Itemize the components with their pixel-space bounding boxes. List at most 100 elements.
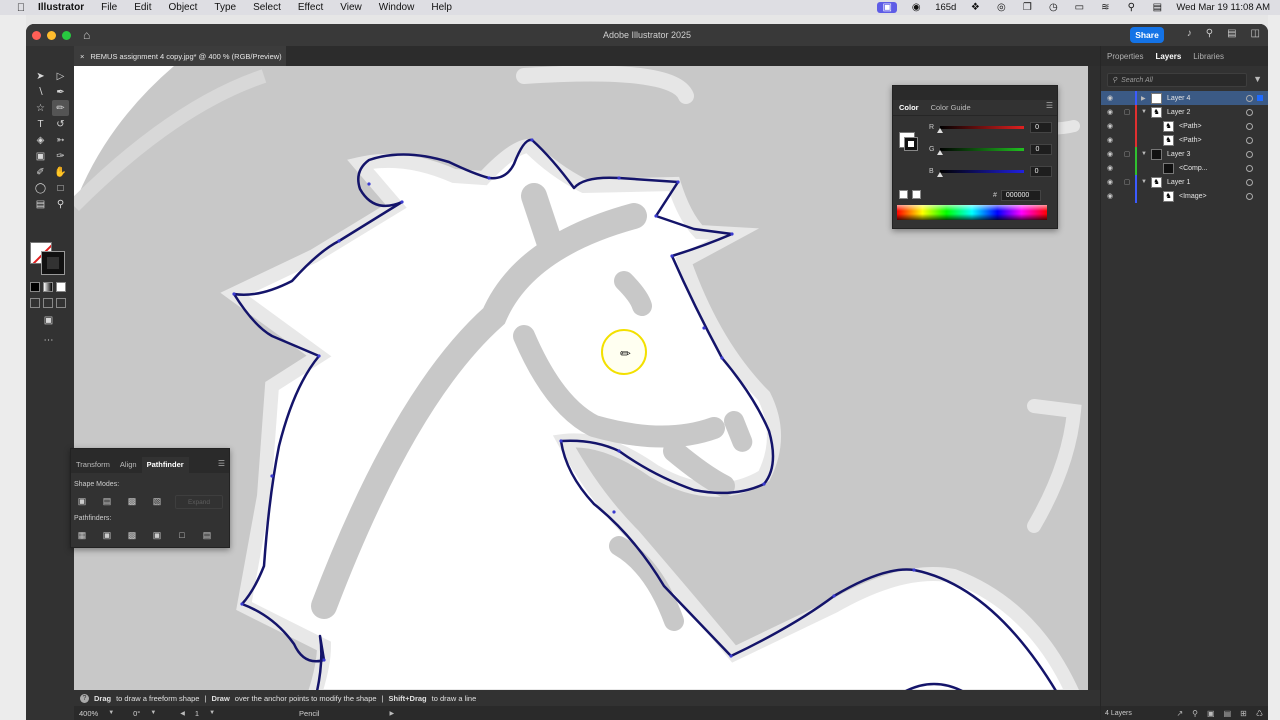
- eye-icon[interactable]: ◉: [1101, 178, 1119, 186]
- artboard-value[interactable]: 1: [195, 709, 199, 718]
- menubar-datetime[interactable]: Wed Mar 19 11:08 AM: [1176, 2, 1270, 13]
- target-icon[interactable]: [1246, 94, 1253, 102]
- eye-icon[interactable]: ◉: [1101, 164, 1119, 172]
- menu-type[interactable]: Type: [214, 2, 236, 13]
- minus-back-icon[interactable]: ▤: [200, 529, 214, 541]
- tab-properties[interactable]: Properties: [1107, 52, 1143, 61]
- camera-icon[interactable]: ◉: [909, 2, 923, 13]
- first-artboard-icon[interactable]: ◀: [180, 710, 185, 717]
- green-value-input[interactable]: 0: [1030, 144, 1053, 155]
- draw-normal-icon[interactable]: [30, 298, 40, 308]
- tab-layers[interactable]: Layers: [1155, 52, 1181, 61]
- control-center-icon[interactable]: ▤: [1150, 2, 1164, 13]
- delete-icon[interactable]: ♺: [1256, 709, 1263, 718]
- hand-tool-icon[interactable]: ✋: [52, 164, 69, 180]
- eye-icon[interactable]: ◉: [1101, 150, 1119, 158]
- gradient-tool-icon[interactable]: ▣: [32, 148, 49, 164]
- rotate-tool-icon[interactable]: ↺: [52, 116, 69, 132]
- line-tool-icon[interactable]: ∖: [32, 84, 49, 100]
- direct-selection-tool-icon[interactable]: ▷: [52, 68, 69, 84]
- expand-button[interactable]: Expand: [175, 495, 223, 509]
- zoom-field[interactable]: 400% ▼: [79, 709, 114, 718]
- panel-menu-icon[interactable]: ☰: [218, 459, 225, 468]
- white-swatch[interactable]: [912, 190, 921, 199]
- eye-icon[interactable]: ◉: [1101, 136, 1119, 144]
- panel-toggle-icon[interactable]: ◫: [1251, 28, 1260, 39]
- tab-pathfinder[interactable]: Pathfinder: [141, 457, 189, 473]
- minus-front-icon[interactable]: ▤: [100, 495, 114, 507]
- tab-transform[interactable]: Transform: [71, 457, 115, 473]
- star-tool-icon[interactable]: ☆: [32, 100, 49, 116]
- lock-icon[interactable]: ▢: [1119, 150, 1135, 158]
- lock-icon[interactable]: ▢: [1119, 178, 1135, 186]
- outline-icon[interactable]: □: [175, 529, 189, 541]
- sublayer-row[interactable]: ◉ ♞ <Image>: [1101, 189, 1268, 203]
- chevron-down-icon[interactable]: ▼: [1141, 109, 1151, 115]
- sublayer-row[interactable]: ◉ ♞ <Path>: [1101, 133, 1268, 147]
- stroke-swatch[interactable]: [41, 251, 65, 275]
- intersect-icon[interactable]: ▩: [125, 495, 139, 507]
- lasso-tool-icon[interactable]: ➳: [52, 132, 69, 148]
- type-tool-icon[interactable]: T: [32, 116, 49, 132]
- panel-menu-icon[interactable]: ☰: [1046, 101, 1053, 110]
- pathfinder-panel-header[interactable]: [71, 449, 229, 457]
- layer-row[interactable]: ◉ ▢ ▼ Layer 3: [1101, 147, 1268, 161]
- crop-icon[interactable]: ▣: [150, 529, 164, 541]
- battery-icon[interactable]: ▭: [1072, 2, 1086, 13]
- menu-select[interactable]: Select: [253, 2, 281, 13]
- blue-slider[interactable]: [936, 170, 1024, 177]
- target-icon[interactable]: [1246, 122, 1253, 130]
- target-icon[interactable]: [1246, 178, 1253, 186]
- selection-indicator[interactable]: [1257, 95, 1263, 101]
- selection-tool-icon[interactable]: ➤: [32, 68, 49, 84]
- target-icon[interactable]: [1246, 164, 1253, 172]
- tab-color[interactable]: Color: [893, 103, 925, 112]
- eye-icon[interactable]: ◉: [1101, 122, 1119, 130]
- export-icon[interactable]: ↗: [1176, 709, 1183, 718]
- menu-edit[interactable]: Edit: [134, 2, 151, 13]
- tab-color-guide[interactable]: Color Guide: [925, 103, 977, 112]
- tab-libraries[interactable]: Libraries: [1193, 52, 1224, 61]
- chevron-right-icon[interactable]: ▶: [1141, 95, 1151, 102]
- share-button[interactable]: Share: [1130, 27, 1164, 43]
- new-layer-icon[interactable]: ⊞: [1240, 709, 1247, 718]
- sync-icon[interactable]: ◎: [994, 2, 1008, 13]
- none-mode-icon[interactable]: [56, 282, 66, 292]
- more-tools-icon[interactable]: ⋯: [40, 332, 57, 348]
- target-icon[interactable]: [1246, 150, 1253, 158]
- target-icon[interactable]: [1246, 136, 1253, 144]
- apple-icon[interactable]: : [14, 0, 28, 15]
- pencil-tool-icon[interactable]: ✏: [52, 100, 69, 116]
- draw-behind-icon[interactable]: [43, 298, 53, 308]
- screens-icon[interactable]: ❐: [1020, 2, 1034, 13]
- none-swatch[interactable]: [899, 190, 908, 199]
- layers-search-input[interactable]: ⚲ Search All: [1107, 73, 1247, 87]
- clipping-mask-icon[interactable]: ▣: [1207, 709, 1215, 718]
- layer-row[interactable]: ◉ ▶ Layer 4: [1101, 91, 1268, 105]
- menu-help[interactable]: Help: [431, 2, 452, 13]
- red-value-input[interactable]: 0: [1030, 122, 1053, 133]
- canvas-vertical-scrollbar[interactable]: [1088, 66, 1100, 692]
- pen-tool-icon[interactable]: ✒: [52, 84, 69, 100]
- current-tool-field[interactable]: Pencil ▶: [299, 709, 394, 718]
- close-tab-icon[interactable]: ×: [80, 52, 84, 61]
- filter-icon[interactable]: ▼: [1253, 74, 1262, 84]
- search-icon[interactable]: ⚲: [1206, 28, 1213, 39]
- chevron-down-icon[interactable]: ▼: [1141, 151, 1151, 157]
- divide-icon[interactable]: ▦: [75, 529, 89, 541]
- workspace-icon[interactable]: ▤: [1227, 28, 1236, 39]
- trim-icon[interactable]: ▣: [100, 529, 114, 541]
- screen-mode-icon[interactable]: ▣: [40, 312, 57, 328]
- new-sublayer-icon[interactable]: ▤: [1224, 709, 1232, 718]
- sublayer-row[interactable]: ◉ <Comp...: [1101, 161, 1268, 175]
- red-slider[interactable]: [937, 126, 1025, 133]
- color-stroke-swatch[interactable]: [904, 137, 918, 151]
- layer-row[interactable]: ◉ ▢ ▼ ♞ Layer 2: [1101, 105, 1268, 119]
- artboard-tool-icon[interactable]: □: [52, 180, 69, 196]
- exclude-icon[interactable]: ▧: [150, 495, 164, 507]
- clock-icon[interactable]: ◷: [1046, 2, 1060, 13]
- color-spectrum[interactable]: [897, 205, 1047, 220]
- search-icon[interactable]: ⚲: [1124, 2, 1138, 13]
- menu-window[interactable]: Window: [379, 2, 415, 13]
- graph-tool-icon[interactable]: ▤: [32, 196, 49, 212]
